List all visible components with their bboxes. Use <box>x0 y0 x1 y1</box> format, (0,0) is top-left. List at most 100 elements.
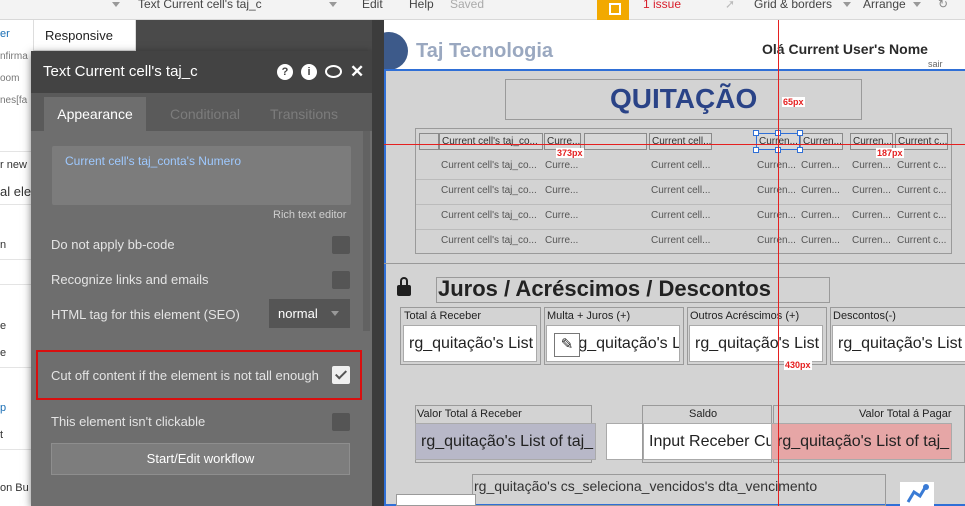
tab-conditional[interactable]: Conditional <box>155 97 255 131</box>
help-icon[interactable]: ? <box>277 64 293 80</box>
grid-cell: Curre... <box>545 210 579 221</box>
grid-borders-menu[interactable]: Grid & borders <box>754 0 832 20</box>
grid-cell: Curren... <box>801 210 840 221</box>
valor-total-pagar-field[interactable]: rg_quitação's List of taj_ <box>771 423 952 460</box>
element-selector[interactable]: Text Current cell's taj_c <box>138 0 262 20</box>
bbcode-checkbox[interactable] <box>332 236 350 254</box>
edit-pencil-icon[interactable]: ✎ <box>554 333 580 357</box>
sidebar-item[interactable]: n <box>0 239 6 251</box>
sidebar-item[interactable]: e <box>0 320 6 332</box>
seo-label: HTML tag for this element (SEO) <box>51 307 240 322</box>
grid-header-cell[interactable]: Current cell... <box>649 133 712 150</box>
appearance-body: Current cell's taj_conta's Numero Rich t… <box>31 131 372 506</box>
alignment-guide-horizontal <box>384 144 965 145</box>
design-canvas[interactable]: Taj Tecnologia Olá Current User's Nome s… <box>384 20 965 506</box>
grid-cell: Curren... <box>757 210 796 221</box>
sidebar-item[interactable]: nfirma <box>0 51 28 62</box>
chevron-down-icon[interactable] <box>112 0 120 20</box>
panel-title: Text Current cell's taj_c <box>43 63 198 80</box>
grid-cell: Current cell... <box>651 185 711 196</box>
sidebar-item[interactable]: oom <box>0 73 19 84</box>
tab-responsive[interactable]: Responsive <box>34 20 136 51</box>
grid-cell: Current cell's taj_co... <box>441 160 537 171</box>
bottom-input[interactable] <box>396 494 476 506</box>
descontos-field[interactable]: rg_quitação's List of taj_ <box>832 325 965 362</box>
field-label: Valor Total á Receber <box>417 408 522 420</box>
outros-acrescimos-field[interactable]: rg_quitação's List of taj_ <box>689 325 823 362</box>
grid-header-cell[interactable]: Current cell's taj_co... <box>439 133 543 150</box>
page-header: Taj Tecnologia Olá Current User's Nome s… <box>384 20 965 70</box>
text-content-input[interactable]: Current cell's taj_conta's Numero <box>52 146 351 205</box>
grid-cell: Current cell... <box>651 160 711 171</box>
grid-cell: Curren... <box>801 185 840 196</box>
arrange-menu[interactable]: Arrange <box>863 0 906 20</box>
grid-cell: Current cell's taj_co... <box>441 235 537 246</box>
chevron-down-icon[interactable] <box>329 0 337 20</box>
sidebar-item[interactable]: r new <box>0 159 27 171</box>
empty-field[interactable] <box>606 423 643 460</box>
menu-help[interactable]: Help <box>409 0 434 20</box>
sidebar-item[interactable]: t <box>0 429 3 441</box>
top-toolbar: Text Current cell's taj_c Edit Help Save… <box>0 0 965 20</box>
rich-text-editor-link[interactable]: Rich text editor <box>273 209 346 221</box>
chevron-down-icon[interactable] <box>843 0 851 20</box>
warning-icon[interactable] <box>597 0 629 20</box>
menu-edit[interactable]: Edit <box>362 0 383 20</box>
grid-cell: Curren... <box>801 160 840 171</box>
panel-tabs: Appearance Conditional Transitions <box>31 93 372 131</box>
close-icon[interactable]: ✕ <box>350 51 364 93</box>
sidebar-item[interactable]: p <box>0 402 6 414</box>
property-editor-panel: Text Current cell's taj_c ? i ✕ Appearan… <box>31 51 372 506</box>
grid-header-cell[interactable]: Curren... <box>800 133 843 150</box>
comment-icon[interactable] <box>325 65 342 78</box>
element-list-sidebar: er nfirma oom nes[fa r new al ele n e e … <box>0 20 34 506</box>
panel-header[interactable]: Text Current cell's taj_c ? i ✕ <box>31 51 372 93</box>
logout-link[interactable]: sair <box>928 59 943 69</box>
issue-indicator[interactable]: 1 issue <box>643 0 681 10</box>
option-label: This element isn't clickable <box>51 414 206 429</box>
grid-cell: Current c... <box>897 210 947 221</box>
measurement-label: 373px <box>556 148 584 158</box>
grid-cell: Curren... <box>852 160 891 171</box>
tab-transitions[interactable]: Transitions <box>261 97 347 131</box>
field-label: Saldo <box>689 408 718 420</box>
panel-scrollbar[interactable] <box>363 131 370 331</box>
grid-cell: Curren... <box>757 160 796 171</box>
sidebar-item[interactable]: al ele <box>0 184 31 199</box>
logo-icon <box>384 32 408 70</box>
saved-status: Saved <box>450 0 485 11</box>
sidebar-item[interactable]: on Bu <box>0 482 29 494</box>
grid-cell-empty[interactable] <box>419 133 439 150</box>
field-label: Total á Receber <box>404 310 482 322</box>
grid-cell: Current cell... <box>651 235 711 246</box>
field-label: Descontos(-) <box>833 310 896 322</box>
grid-cell-empty[interactable] <box>584 133 647 150</box>
chevron-down-icon[interactable] <box>913 0 921 20</box>
start-edit-workflow-button[interactable]: Start/Edit workflow <box>51 443 350 475</box>
sidebar-item[interactable]: er <box>0 28 10 40</box>
action-icon[interactable] <box>900 482 934 506</box>
refresh-icon[interactable]: ↻ <box>938 0 948 20</box>
links-checkbox[interactable] <box>332 271 350 289</box>
info-icon[interactable]: i <box>301 64 317 80</box>
alignment-guide-vertical <box>778 20 779 506</box>
option-label: Recognize links and emails <box>51 272 209 287</box>
grid-cell: Curre... <box>545 160 579 171</box>
grid-cell: Current c... <box>897 160 947 171</box>
sidebar-item[interactable]: nes[fa <box>0 95 27 106</box>
grid-cell: Curren... <box>757 185 796 196</box>
not-clickable-checkbox[interactable] <box>332 413 350 431</box>
total-receber-field[interactable]: rg_quitação's List of taj_ <box>403 325 537 362</box>
valor-total-receber-field[interactable]: rg_quitação's List of taj_ <box>415 423 596 460</box>
brand-name: Taj Tecnologia <box>416 40 554 62</box>
seo-tag-select[interactable]: normal <box>269 299 350 328</box>
sidebar-item[interactable]: e <box>0 347 6 359</box>
lock-icon[interactable] <box>395 277 414 299</box>
tab-appearance[interactable]: Appearance <box>44 97 146 131</box>
grid-cell: Curren... <box>852 235 891 246</box>
saldo-input[interactable]: Input Receber Current <box>643 423 772 460</box>
option-label: Do not apply bb-code <box>51 237 175 252</box>
grid-cell: Curre... <box>545 235 579 246</box>
measurement-label: 430px <box>784 360 812 370</box>
cutoff-checkbox[interactable] <box>332 366 350 384</box>
